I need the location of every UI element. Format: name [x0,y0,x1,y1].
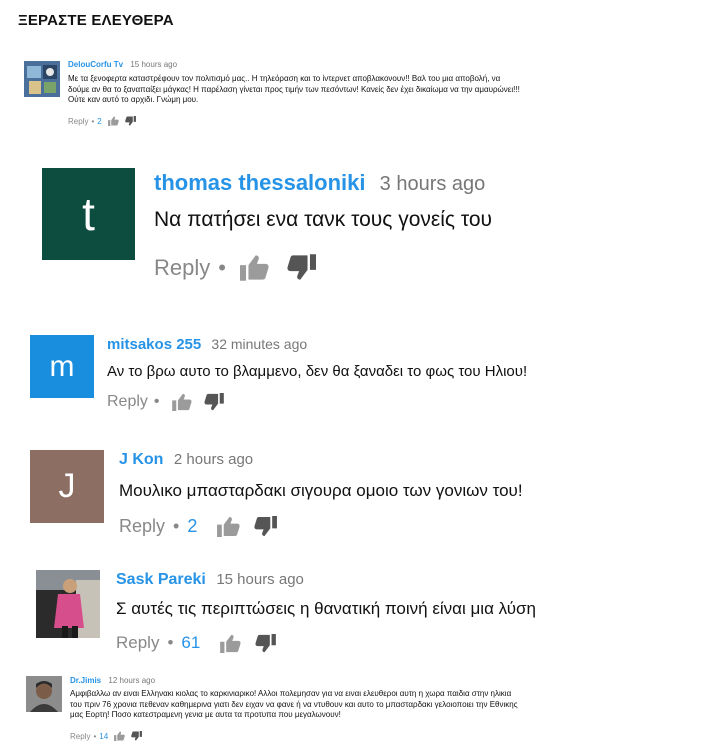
reply-button[interactable]: Reply [119,516,165,537]
reply-button[interactable]: Reply [154,255,210,281]
comment-text: Να πατήσει ενα τανκ τους γονείς του [154,208,493,231]
comment-jkon: J J Kon 2 hours ago Μουλικο μπασταρδακι … [30,448,690,543]
comment-text-line: δούμε αν θα το ξαναπαίξει μάγκας! Η παρέ… [68,84,520,94]
comment-text: Σ αυτές τις περιπτώσεις η θανατική ποινή… [116,599,536,618]
avatar[interactable]: t [42,168,135,260]
comment-thomas: t thomas thessaloniki 3 hours ago Να πατ… [42,166,682,286]
comment-text-line: μας Εορτη! Ποσο κατεστραμενη γενια με αυ… [70,710,341,719]
thumbs-up-icon[interactable] [220,634,241,653]
comment-author[interactable]: Dr.Jimis [70,676,101,685]
avatar[interactable]: m [30,335,94,398]
separator-dot: • [93,731,97,741]
thumbs-down-icon[interactable] [255,633,277,653]
comment-author[interactable]: J Kon [119,451,163,468]
comment-author[interactable]: mitsakos 255 [107,336,201,353]
thumbs-down-icon[interactable] [204,393,224,411]
comment-mitsakos: m mitsakos 255 32 minutes ago Αν το βρω … [30,333,690,418]
like-count: 2 [97,116,102,126]
thumbs-down-icon[interactable] [254,516,278,537]
comment-author[interactable]: DelouCorfu Tv [68,60,123,69]
comment-timestamp[interactable]: 3 hours ago [380,173,486,195]
avatar[interactable] [24,61,60,97]
comment-drjimis: Dr.Jimis 12 hours ago Αμφιβαλλω αν ειναι… [26,674,696,746]
comment-timestamp[interactable]: 2 hours ago [174,451,253,468]
profile-photo-icon [26,676,62,712]
avatar-letter: m [49,349,75,383]
comment-timestamp[interactable]: 15 hours ago [130,60,177,69]
comment-text-line: του πριν 76 χρονια πεθεναν καθημερινα γι… [70,699,518,709]
like-count: 2 [187,516,198,536]
avatar[interactable] [26,676,62,712]
comment-author[interactable]: thomas thessaloniki [154,170,366,195]
reply-button[interactable]: Reply [70,732,90,741]
separator-dot: • [173,516,180,536]
comment-text: Αν το βρω αυτο το βλαμμενο, δεν θα ξαναδ… [107,363,528,380]
comment-text-line: Με τα ξενοφερτα καταστρέφουν τον πολιτισ… [68,74,501,83]
separator-dot: • [218,254,226,280]
comment-timestamp[interactable]: 15 hours ago [216,571,304,588]
comment-text-line: Αμφιβαλλω αν ειναι Ελληνακι κιολας το κα… [70,689,512,698]
comment-author[interactable]: Sask Pareki [116,571,206,588]
separator-dot: • [167,633,174,652]
channel-art-icon [24,61,60,97]
comment-text: Μουλικο μπασταρδακι σιγουρα ομοιο των γο… [119,481,523,500]
profile-photo-icon [36,570,100,638]
comment-timestamp[interactable]: 32 minutes ago [211,336,307,352]
thumbs-up-icon[interactable] [171,393,192,411]
like-count: 61 [181,633,201,652]
avatar-letter: J [58,467,76,505]
reply-button[interactable]: Reply [116,633,159,653]
thumbs-up-icon[interactable] [107,116,119,126]
avatar[interactable] [36,570,100,638]
separator-dot: • [91,116,95,126]
comment-text-line: Ούτε καν αυτό το αρχιδι. Γνώμη μου. [68,95,199,104]
comment-sask: Sask Pareki 15 hours ago Σ αυτές τις περ… [36,568,691,663]
comment-timestamp[interactable]: 12 hours ago [108,676,155,685]
thumbs-up-icon[interactable] [239,254,269,281]
comment-deloucorfu: DelouCorfu Tv 15 hours ago Με τα ξενοφερ… [24,58,694,130]
separator-dot: • [153,393,160,410]
avatar[interactable]: J [30,450,104,523]
thumbs-up-icon[interactable] [114,731,125,741]
like-count: 14 [99,731,109,741]
thumbs-down-icon[interactable] [131,731,143,741]
reply-button[interactable]: Reply [107,393,148,411]
page-title: ΞΕΡΑΣΤΕ ΕΛΕΥΘΕΡΑ [18,12,174,29]
avatar-letter: t [82,188,95,240]
thumbs-down-icon[interactable] [287,254,316,281]
reply-button[interactable]: Reply [68,117,88,126]
thumbs-down-icon[interactable] [124,116,136,126]
thumbs-up-icon[interactable] [217,516,240,537]
